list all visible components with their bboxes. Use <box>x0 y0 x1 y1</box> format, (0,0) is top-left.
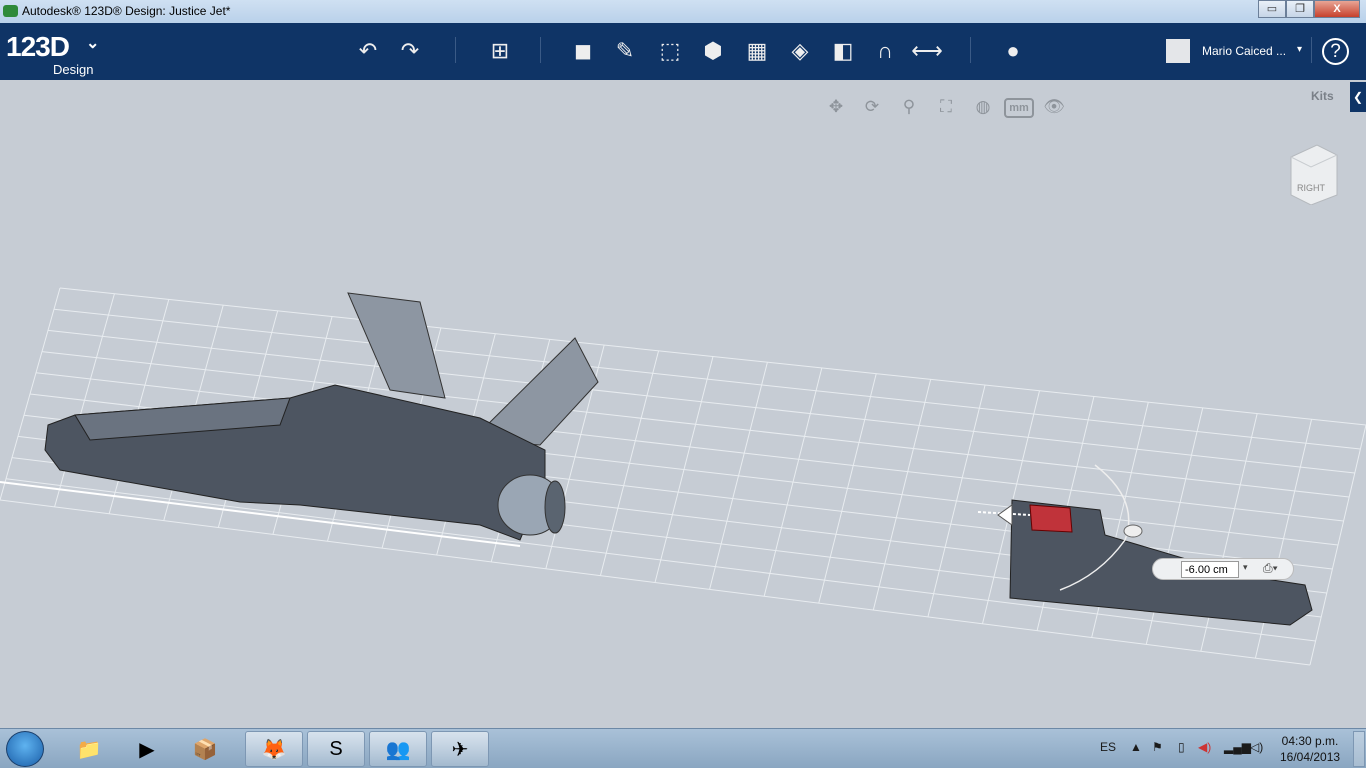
jet-body <box>44 384 546 541</box>
taskbar-media-player[interactable]: ▶ <box>118 731 176 767</box>
snap-options-icon[interactable]: ⎙▾ <box>1263 561 1278 576</box>
kits-toggle-button[interactable]: ❮ <box>1350 82 1366 112</box>
language-indicator[interactable]: ES <box>1100 740 1116 754</box>
visual-style-icon[interactable]: ◍ <box>970 94 996 120</box>
view-cube-face-label: RIGHT <box>1297 183 1326 193</box>
start-button[interactable] <box>6 731 44 767</box>
pan-icon[interactable]: ✥ <box>823 94 849 120</box>
taskbar-messenger[interactable]: 👥 <box>369 731 427 767</box>
muted-speaker-icon[interactable]: ◀) <box>1198 740 1211 754</box>
taskbar-firefox[interactable]: 🦊 <box>245 731 303 767</box>
move-arrow-head <box>997 504 1013 526</box>
taskbar-explorer[interactable]: 📁 <box>60 731 118 767</box>
tray-expand-icon[interactable]: ▲ <box>1130 740 1142 754</box>
kits-label[interactable]: Kits <box>1311 89 1334 103</box>
distance-dropdown-icon[interactable]: ▾ <box>1243 562 1248 573</box>
fit-icon[interactable]: ⛶ <box>933 94 959 120</box>
orbit-icon[interactable]: ⟳ <box>859 94 885 120</box>
measurement-box: ▾ ⎙▾ <box>1152 558 1294 580</box>
view-cube[interactable]: RIGHT <box>1287 143 1339 205</box>
action-center-flag-icon[interactable]: ⚑ <box>1152 740 1163 754</box>
taskbar-123d-design[interactable]: ✈ <box>431 731 489 767</box>
time: 04:30 p.m. <box>1281 734 1339 748</box>
units-button[interactable]: mm <box>1004 98 1034 118</box>
volume-icon[interactable]: ◁) <box>1250 740 1263 754</box>
3d-viewport[interactable] <box>0 0 1366 768</box>
rotate-handle <box>1123 524 1143 538</box>
taskbar-app[interactable]: 📦 <box>176 731 234 767</box>
jet-tail-fin <box>347 292 446 399</box>
taskbar-skype[interactable]: S <box>307 731 365 767</box>
zoom-icon[interactable]: ⚲ <box>896 94 922 120</box>
clock[interactable]: 04:30 p.m. 16/04/2013 <box>1280 733 1340 765</box>
date: 16/04/2013 <box>1280 750 1341 764</box>
show-desktop-button[interactable] <box>1353 731 1365 767</box>
selected-face <box>1029 504 1073 533</box>
distance-input[interactable] <box>1181 561 1239 578</box>
jet-engine-nozzle <box>544 480 566 534</box>
visibility-icon[interactable]: 👁 <box>1041 94 1067 120</box>
taskbar: 📁 ▶ 📦 🦊 S 👥 ✈ ES ▲ ⚑ ▯ ◀) ▂▄▆ ◁) 04:30 p.m. 16/… <box>0 728 1366 768</box>
network-signal-icon[interactable]: ▂▄▆ <box>1224 740 1251 754</box>
battery-icon[interactable]: ▯ <box>1178 740 1185 754</box>
